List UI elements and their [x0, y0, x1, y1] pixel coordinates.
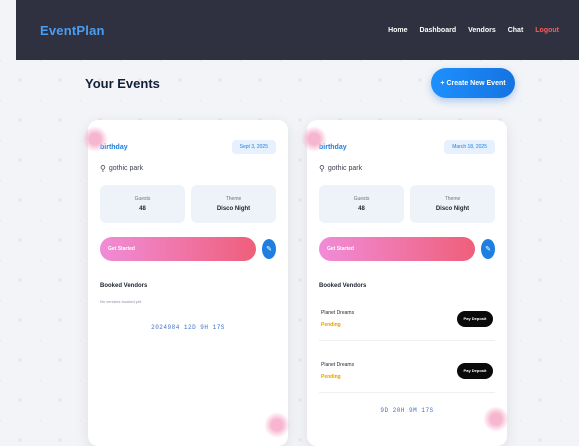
event-location: ⚲ gothic park [100, 164, 276, 173]
stat-theme: Theme Disco Night [191, 185, 276, 223]
stat-label: Theme [444, 196, 461, 202]
progress-row: Get Started ✎ [100, 237, 276, 261]
flower-decoration-icon [82, 126, 108, 152]
event-card-header: birthday March 18, 2025 [319, 140, 495, 154]
booked-vendors-title: Booked Vendors [319, 283, 367, 289]
pay-deposit-button[interactable]: Pay Deposit [457, 362, 493, 379]
flower-decoration-icon [301, 126, 327, 152]
nav-link-vendors[interactable]: Vendors [468, 27, 496, 34]
progress-bar[interactable]: Get Started [319, 237, 475, 261]
page-header: Your Events + Create New Event [85, 64, 515, 102]
location-pin-icon: ⚲ [319, 164, 325, 173]
stat-theme: Theme Disco Night [410, 185, 495, 223]
stat-value: Disco Night [216, 206, 251, 212]
vendor-row: Planet Dreams Pending Pay Deposit [319, 297, 495, 341]
pencil-icon: ✎ [485, 246, 491, 253]
event-card-header: birthday Sept 3, 2025 [100, 140, 276, 154]
vendor-status: Pending [321, 321, 341, 328]
countdown-text: 9D 20H 9M 17S [380, 407, 434, 414]
event-date-badge: March 18, 2025 [444, 140, 495, 154]
nav-link-dashboard[interactable]: Dashboard [420, 27, 457, 34]
navbar: EventPlan Home Dashboard Vendors Chat Lo… [16, 0, 579, 60]
progress-bar[interactable]: Get Started [100, 237, 256, 261]
pay-deposit-button[interactable]: Pay Deposit [457, 310, 493, 327]
event-date-badge: Sept 3, 2025 [231, 140, 276, 154]
vendor-info: Planet Dreams Pending [321, 310, 354, 328]
vendor-name: Planet Dreams [321, 309, 355, 316]
stat-label: Guests [134, 196, 151, 202]
stat-label: Theme [225, 196, 242, 202]
nav-links: Home Dashboard Vendors Chat Logout [388, 27, 559, 34]
edit-event-button[interactable]: ✎ [262, 239, 276, 259]
event-stats: Guests 48 Theme Disco Night [319, 185, 495, 223]
logout-link[interactable]: Logout [535, 27, 559, 34]
event-stats: Guests 48 Theme Disco Night [100, 185, 276, 223]
countdown-text: 2024984 12D 9H 17S [151, 324, 225, 331]
vendor-row: Planet Dreams Pending Pay Deposit [319, 349, 495, 393]
event-location-text: gothic park [108, 165, 144, 172]
vendor-name: Planet Dreams [321, 361, 355, 368]
create-event-button[interactable]: + Create New Event [431, 68, 515, 98]
stat-label: Guests [353, 196, 370, 202]
stat-guests: Guests 48 [319, 185, 404, 223]
flower-decoration-icon [264, 412, 290, 438]
event-card: birthday March 18, 2025 ⚲ gothic park Gu… [301, 120, 509, 446]
vendor-status: Pending [321, 373, 341, 380]
booked-vendors-title: Booked Vendors [100, 283, 148, 289]
page-title: Your Events [85, 75, 160, 91]
edit-event-button[interactable]: ✎ [481, 239, 495, 259]
location-pin-icon: ⚲ [100, 164, 106, 173]
pencil-icon: ✎ [266, 246, 272, 253]
nav-link-home[interactable]: Home [388, 27, 407, 34]
stat-value: 48 [358, 206, 365, 212]
stat-guests: Guests 48 [100, 185, 185, 223]
nav-link-chat[interactable]: Chat [508, 27, 524, 34]
stat-value: 48 [139, 206, 146, 212]
stat-value: Disco Night [435, 206, 470, 212]
empty-vendors-note: No vendors booked yet. [100, 299, 143, 304]
vendor-info: Planet Dreams Pending [321, 362, 354, 380]
flower-decoration-icon [483, 406, 509, 432]
progress-row: Get Started ✎ [319, 237, 495, 261]
event-location-text: gothic park [327, 165, 363, 172]
event-card: birthday Sept 3, 2025 ⚲ gothic park Gues… [82, 120, 290, 446]
event-location: ⚲ gothic park [319, 164, 495, 173]
app-logo[interactable]: EventPlan [40, 23, 105, 38]
